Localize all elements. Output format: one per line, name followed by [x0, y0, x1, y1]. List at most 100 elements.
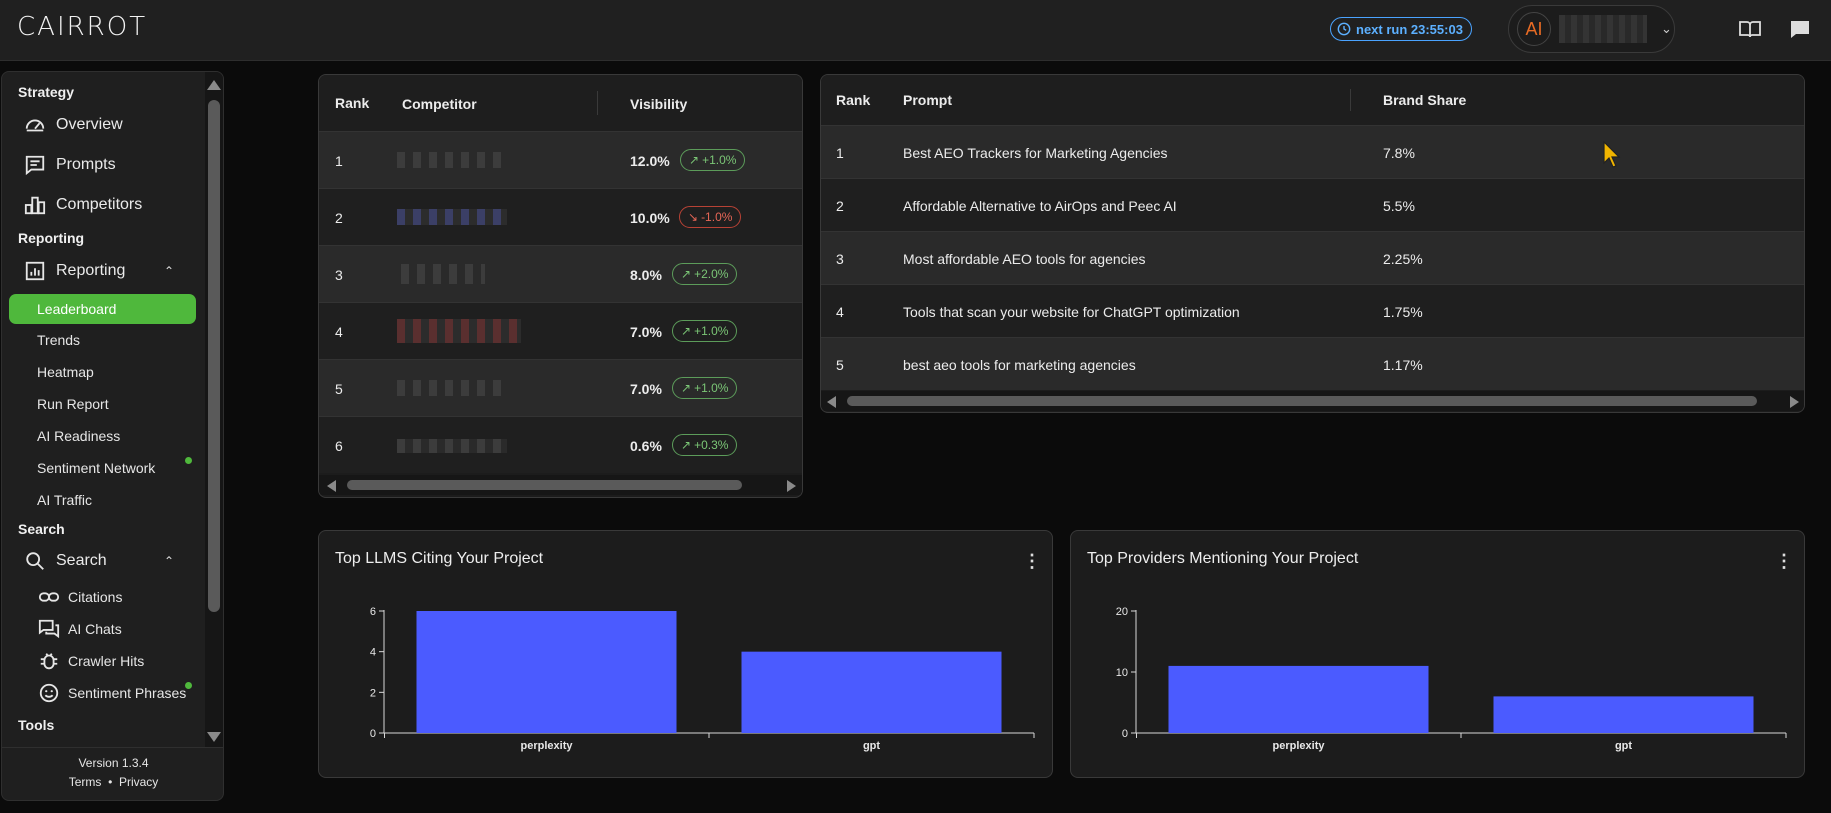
table-row[interactable]: 1 12.0% ↗ +1.0%: [319, 131, 802, 188]
y-tick-label: 10: [1116, 667, 1128, 679]
arrow-down-right-icon: ↘: [688, 210, 699, 224]
footer-separator: •: [108, 775, 113, 789]
docs-book-icon[interactable]: [1738, 18, 1762, 40]
visibility-value: 8.0%: [630, 267, 662, 283]
y-tick-label: 4: [370, 647, 376, 659]
gauge-icon: [25, 119, 45, 132]
new-indicator-dot: [185, 682, 192, 689]
horizontal-scroll-thumb[interactable]: [347, 480, 742, 490]
table-row[interactable]: 2 10.0% ↘ -1.0%: [319, 188, 802, 245]
prompts-table: Rank Prompt Brand Share 1 Best AEO Track…: [820, 74, 1805, 413]
sidebar-item-ai-readiness[interactable]: AI Readiness: [37, 428, 120, 444]
table-row[interactable]: 2 Affordable Alternative to AirOps and P…: [821, 178, 1804, 231]
brand-share-cell: 7.8%: [1383, 145, 1415, 161]
table-row[interactable]: 4 7.0% ↗ +1.0%: [319, 302, 802, 359]
bar-chart-llms: 0 2 4 6 perplexity gpt: [370, 606, 1035, 752]
scroll-up-arrow[interactable]: [207, 80, 221, 90]
terms-link[interactable]: Terms: [69, 775, 102, 789]
sidebar-item-ai-traffic[interactable]: AI Traffic: [37, 492, 92, 508]
scroll-down-arrow[interactable]: [207, 732, 221, 742]
header-rank[interactable]: Rank: [836, 92, 870, 108]
sidebar-item-run-report[interactable]: Run Report: [37, 396, 109, 412]
header-brand-share[interactable]: Brand Share: [1383, 92, 1466, 108]
avatar: AI: [1517, 12, 1551, 46]
next-run-badge[interactable]: next run 23:55:03: [1330, 17, 1472, 41]
scroll-right-arrow[interactable]: [1790, 396, 1799, 408]
scroll-left-arrow[interactable]: [827, 396, 836, 408]
table-row[interactable]: 5 best aeo tools for marketing agencies …: [821, 337, 1804, 390]
sidebar-item-prompts[interactable]: Prompts: [24, 154, 116, 176]
table-row[interactable]: 3 8.0% ↗ +2.0%: [319, 245, 802, 302]
table-row[interactable]: 6 0.6% ↗ +0.3%: [319, 416, 802, 473]
sidebar-item-citations[interactable]: Citations: [38, 586, 122, 608]
horizontal-scrollbar[interactable]: [319, 475, 802, 495]
privacy-link[interactable]: Privacy: [119, 775, 158, 789]
link-icon: [38, 592, 60, 602]
rank-cell: 2: [836, 198, 844, 214]
trend-down-badge: ↘ -1.0%: [679, 206, 742, 228]
trend-up-badge: ↗ +2.0%: [672, 263, 738, 285]
brand-share-cell: 2.25%: [1383, 251, 1423, 267]
sidebar-item-crawler-hits[interactable]: Crawler Hits: [38, 650, 144, 672]
visibility-value: 0.6%: [630, 438, 662, 454]
chat-icon[interactable]: [1788, 18, 1812, 40]
sidebar-item-heatmap[interactable]: Heatmap: [37, 364, 94, 380]
column-separator: [597, 91, 598, 115]
table-header: Rank Prompt Brand Share: [821, 75, 1804, 125]
sidebar-group-reporting[interactable]: Reporting: [24, 260, 125, 282]
user-menu[interactable]: AI ⌄: [1508, 5, 1675, 53]
trend-value: +2.0%: [694, 267, 729, 281]
chart-card-providers: Top Providers Mentioning Your Project ⋮ …: [1070, 530, 1805, 778]
table-row[interactable]: 4 Tools that scan your website for ChatG…: [821, 284, 1804, 337]
rank-cell: 6: [335, 438, 343, 454]
section-reporting: Reporting: [18, 230, 85, 246]
prompt-cell: best aeo tools for marketing agencies: [903, 357, 1136, 373]
sidebar-item-trends[interactable]: Trends: [37, 332, 80, 348]
sidebar-group-search[interactable]: Search: [24, 550, 107, 572]
mouse-cursor-icon: [1603, 141, 1621, 168]
bug-icon: [40, 653, 58, 670]
sidebar-item-sentiment-phrases[interactable]: Sentiment Phrases: [38, 682, 186, 704]
column-separator: [1350, 89, 1351, 111]
chart-card-llms: Top LLMS Citing Your Project ⋮ 0 2 4 6 perpl…: [318, 530, 1053, 778]
sidebar-footer: Version 1.3.4 Terms • Privacy: [2, 747, 223, 800]
bar-chart-icon: [24, 196, 46, 215]
header-visibility[interactable]: Visibility: [630, 96, 687, 112]
scroll-left-arrow[interactable]: [327, 480, 336, 492]
header-prompt[interactable]: Prompt: [903, 92, 952, 108]
competitor-logo-redacted: [397, 439, 507, 453]
sidebar-item-sentiment-network[interactable]: Sentiment Network: [37, 460, 155, 476]
app-logo[interactable]: CAIRROT: [17, 12, 147, 42]
table-row[interactable]: 5 7.0% ↗ +1.0%: [319, 359, 802, 416]
table-row[interactable]: 3 Most affordable AEO tools for agencies…: [821, 231, 1804, 284]
sidebar-item-overview[interactable]: Overview: [24, 114, 123, 136]
horizontal-scroll-thumb[interactable]: [847, 396, 1757, 406]
section-search: Search: [18, 521, 65, 537]
y-tick-label: 0: [1122, 728, 1128, 740]
trend-value: -1.0%: [701, 210, 733, 224]
sidebar-scroll-thumb[interactable]: [208, 100, 220, 612]
section-strategy: Strategy: [18, 84, 75, 100]
sidebar-item-leaderboard[interactable]: Leaderboard: [9, 294, 196, 324]
brand-share-cell: 5.5%: [1383, 198, 1415, 214]
clock-icon: [1337, 22, 1351, 36]
version-label: Version 1.3.4: [78, 756, 149, 770]
table-row[interactable]: 1 Best AEO Trackers for Marketing Agenci…: [821, 125, 1804, 178]
horizontal-scrollbar[interactable]: [821, 391, 1804, 411]
chevron-up-icon[interactable]: ⌃: [164, 554, 174, 568]
bar-perplexity: [1168, 665, 1429, 733]
arrow-up-right-icon: ↗: [681, 267, 692, 281]
scroll-right-arrow[interactable]: [787, 480, 796, 492]
rank-cell: 4: [836, 304, 844, 320]
chevron-down-icon[interactable]: ⌄: [1661, 21, 1672, 37]
next-run-label: next run 23:55:03: [1356, 21, 1463, 37]
y-tick-label: 0: [370, 728, 376, 740]
y-tick-label: 2: [370, 687, 376, 699]
sidebar-item-ai-chats[interactable]: AI Chats: [38, 618, 122, 640]
rank-cell: 4: [335, 324, 343, 340]
chevron-up-icon[interactable]: ⌃: [164, 264, 174, 278]
competitor-logo-redacted: [397, 319, 521, 343]
header-rank[interactable]: Rank: [335, 95, 369, 111]
sidebar-item-competitors[interactable]: Competitors: [24, 194, 142, 216]
header-competitor[interactable]: Competitor: [402, 96, 477, 112]
